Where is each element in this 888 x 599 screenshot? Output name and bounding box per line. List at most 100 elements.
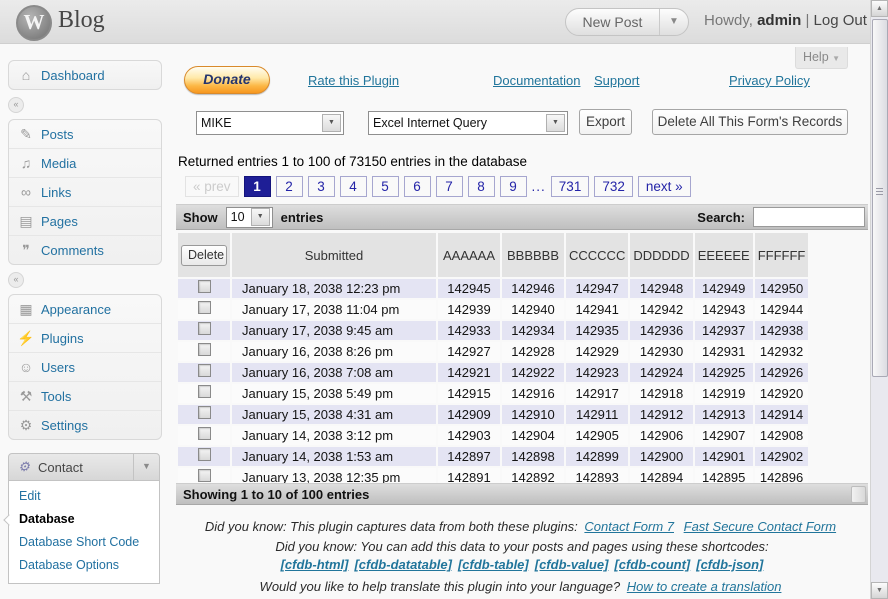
- documentation-link[interactable]: Documentation: [493, 73, 580, 88]
- sidebar-item-appearance[interactable]: ▦ Appearance: [9, 295, 161, 323]
- pagination-page-4[interactable]: 4: [340, 176, 367, 197]
- collapse-arrow-icon[interactable]: «: [8, 97, 24, 113]
- submitted-cell: January 18, 2038 12:23 pm: [232, 279, 436, 298]
- pagination-page-3[interactable]: 3: [308, 176, 335, 197]
- submitted-cell: January 15, 2038 5:49 pm: [232, 384, 436, 403]
- new-post-dropdown[interactable]: New Post ▼: [565, 8, 689, 36]
- show-label: Show: [183, 210, 218, 225]
- pagination-next-button[interactable]: next »: [638, 176, 691, 197]
- delete-button[interactable]: Delete: [181, 245, 227, 266]
- row-checkbox[interactable]: [198, 469, 211, 482]
- fast-secure-contact-form-link[interactable]: Fast Secure Contact Form: [684, 519, 836, 534]
- pagination-page-731[interactable]: 731: [551, 176, 590, 197]
- sidebar-item-settings[interactable]: ⚙ Settings: [9, 410, 161, 439]
- submenu-item-database-options[interactable]: Database Options: [9, 554, 159, 577]
- pagination-page-732[interactable]: 732: [594, 176, 633, 197]
- username-link[interactable]: admin: [757, 12, 801, 29]
- shortcode-link[interactable]: [cfdb-table]: [458, 557, 529, 572]
- chevron-down-icon[interactable]: ▼: [659, 9, 688, 35]
- shortcode-link[interactable]: [cfdb-html]: [281, 557, 349, 572]
- showing-status: Showing 1 to 10 of 100 entries: [183, 487, 369, 502]
- value-cell: 142913: [695, 405, 753, 424]
- sidebar-item-media[interactable]: ♫ Media: [9, 148, 161, 177]
- chevron-down-icon[interactable]: ▼: [322, 114, 341, 132]
- shortcode-link[interactable]: [cfdb-value]: [535, 557, 609, 572]
- shortcode-link[interactable]: [cfdb-count]: [614, 557, 690, 572]
- window-scrollbar[interactable]: ▲ ▼: [870, 0, 888, 599]
- row-checkbox[interactable]: [198, 427, 211, 440]
- export-type-select[interactable]: Excel Internet Query ▼: [368, 111, 568, 135]
- donate-button[interactable]: Donate: [184, 66, 270, 94]
- pagination-page-1[interactable]: 1: [244, 176, 271, 197]
- plugin-footer: Did you know: This plugin captures data …: [176, 519, 868, 599]
- row-checkbox[interactable]: [198, 343, 211, 356]
- chevron-down-icon[interactable]: ▼: [546, 114, 565, 132]
- value-cell: 142927: [438, 342, 500, 361]
- pagination-page-8[interactable]: 8: [468, 176, 495, 197]
- row-checkbox[interactable]: [198, 406, 211, 419]
- sidebar-item-pages[interactable]: ▤ Pages: [9, 206, 161, 235]
- pagination-prev-button[interactable]: « prev: [185, 176, 239, 197]
- main-content: Help ▼ Donate Rate this Plugin Documenta…: [176, 42, 868, 599]
- rate-plugin-link[interactable]: Rate this Plugin: [308, 73, 399, 88]
- support-link[interactable]: Support: [594, 73, 640, 88]
- column-header-submitted[interactable]: Submitted: [232, 233, 436, 277]
- help-tab[interactable]: Help ▼: [795, 47, 848, 69]
- row-checkbox[interactable]: [198, 448, 211, 461]
- sidebar-item-users[interactable]: ☺ Users: [9, 352, 161, 381]
- column-header-bbbbbb[interactable]: BBBBBB: [502, 233, 564, 277]
- form-select[interactable]: MIKE ▼: [196, 111, 344, 135]
- contact-menu: ⚙ Contact ▼ Edit Database Database Short…: [8, 453, 160, 584]
- submitted-cell: January 15, 2038 4:31 am: [232, 405, 436, 424]
- collapse-arrow-icon[interactable]: «: [8, 272, 24, 288]
- submenu-item-database[interactable]: Database: [9, 508, 159, 531]
- pagination-ellipsis: ...: [532, 179, 546, 194]
- logout-link[interactable]: Log Out: [814, 12, 867, 29]
- delete-all-records-button[interactable]: Delete All This Form's Records: [652, 109, 848, 135]
- row-checkbox[interactable]: [198, 280, 211, 293]
- pagination-page-9[interactable]: 9: [500, 176, 527, 197]
- checkbox-cell: [178, 279, 230, 298]
- new-post-label: New Post: [566, 14, 659, 30]
- value-cell: 142932: [755, 342, 809, 361]
- pagination-page-5[interactable]: 5: [372, 176, 399, 197]
- create-translation-link[interactable]: How to create a translation: [627, 579, 782, 594]
- scrollbar-thumb[interactable]: [872, 19, 888, 377]
- pagination-page-6[interactable]: 6: [404, 176, 431, 197]
- submitted-cell: January 17, 2038 11:04 pm: [232, 300, 436, 319]
- sidebar-item-posts[interactable]: ✎ Posts: [9, 120, 161, 148]
- sidebar-item-contact[interactable]: ⚙ Contact ▼: [8, 453, 160, 481]
- scroll-down-arrow-icon[interactable]: ▼: [871, 582, 888, 599]
- pagination-page-7[interactable]: 7: [436, 176, 463, 197]
- column-header-ffffff[interactable]: FFFFFF: [755, 233, 809, 277]
- search-input[interactable]: [753, 207, 865, 227]
- value-cell: 142948: [630, 279, 692, 298]
- shortcode-link[interactable]: [cfdb-datatable]: [354, 557, 452, 572]
- per-page-select[interactable]: 10 ▼: [226, 207, 273, 228]
- sidebar-item-tools[interactable]: ⚒ Tools: [9, 381, 161, 410]
- row-checkbox[interactable]: [198, 301, 211, 314]
- column-header-dddddd[interactable]: DDDDDD: [630, 233, 692, 277]
- chevron-down-icon[interactable]: ▼: [251, 208, 270, 226]
- sidebar-item-comments[interactable]: ❞ Comments: [9, 235, 161, 264]
- site-title[interactable]: Blog: [58, 7, 105, 34]
- contact-form-7-link[interactable]: Contact Form 7: [584, 519, 674, 534]
- column-header-cccccc[interactable]: CCCCCC: [566, 233, 628, 277]
- sidebar-item-links[interactable]: ∞ Links: [9, 177, 161, 206]
- submenu-item-database-short-code[interactable]: Database Short Code: [9, 531, 159, 554]
- sidebar-item-plugins[interactable]: ⚡ Plugins: [9, 323, 161, 352]
- column-header-aaaaaa[interactable]: AAAAAA: [438, 233, 500, 277]
- row-checkbox[interactable]: [198, 385, 211, 398]
- column-header-eeeeee[interactable]: EEEEEE: [695, 233, 753, 277]
- export-button[interactable]: Export: [579, 109, 632, 135]
- privacy-policy-link[interactable]: Privacy Policy: [729, 73, 810, 88]
- pagination-page-2[interactable]: 2: [276, 176, 303, 197]
- scroll-up-arrow-icon[interactable]: ▲: [871, 0, 888, 17]
- row-checkbox[interactable]: [198, 364, 211, 377]
- submenu-item-edit[interactable]: Edit: [9, 485, 159, 508]
- chevron-down-icon[interactable]: ▼: [133, 454, 159, 480]
- pagination: « prev123456789... 731732next »: [185, 176, 696, 197]
- row-checkbox[interactable]: [198, 322, 211, 335]
- sidebar-item-dashboard[interactable]: ⌂ Dashboard: [9, 61, 161, 89]
- shortcode-link[interactable]: [cfdb-json]: [696, 557, 763, 572]
